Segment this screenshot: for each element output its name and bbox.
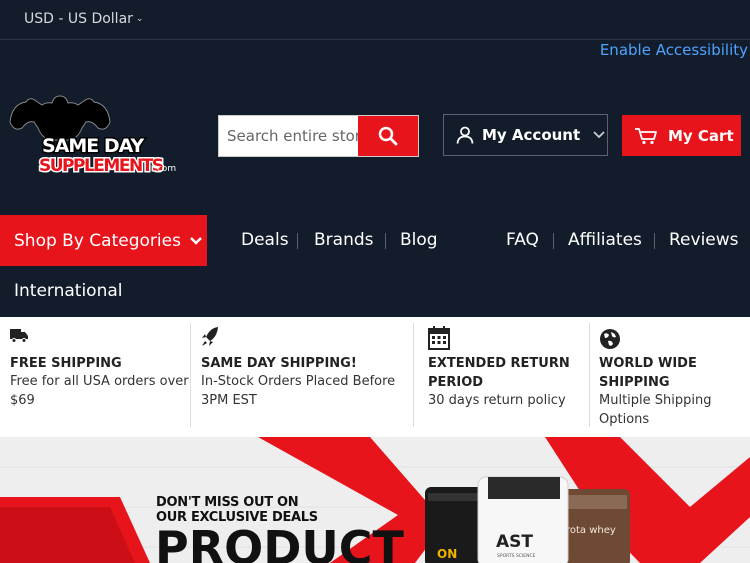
calendar-icon [428, 326, 450, 350]
site-logo[interactable]: SAME DAY SUPPLEMENTS .com [8, 92, 180, 178]
top-bar: USD - US Dollar ⌄ [0, 0, 750, 40]
nav-separator [553, 233, 554, 249]
nav-item-deals[interactable]: Deals [241, 230, 289, 250]
nav-separator [654, 233, 655, 249]
feature-same-day-shipping: SAME DAY SHIPPING! In-Stock Orders Place… [201, 317, 401, 437]
user-icon [456, 126, 474, 144]
svg-text:SPORTS SCIENCE: SPORTS SCIENCE [497, 553, 536, 559]
currency-switcher[interactable]: USD - US Dollar ⌄ [24, 11, 143, 27]
globe-icon [600, 329, 620, 349]
feature-desc: Free for all USA orders over [10, 374, 189, 389]
feature-world-wide-shipping: WORLD WIDE SHIPPING Multiple Shipping Op… [599, 317, 749, 437]
search-box [218, 115, 419, 157]
svg-text:AST: AST [496, 532, 533, 552]
feature-free-shipping: FREE SHIPPING Free for all USA orders ov… [10, 317, 190, 437]
promo-banner[interactable]: ON rota whey AST SPORTS SCIENCE DON'T MI… [0, 437, 750, 563]
chevron-down-icon [190, 236, 202, 245]
nav-item-reviews[interactable]: Reviews [669, 230, 739, 250]
feature-desc: In-Stock Orders Placed Before [201, 374, 396, 389]
svg-text:.com: .com [154, 164, 176, 174]
enable-accessibility-link[interactable]: Enable Accessibility [600, 41, 748, 59]
feature-desc: Options [599, 412, 650, 427]
feature-extended-return: EXTENDED RETURN PERIOD 30 days return po… [428, 317, 578, 437]
my-cart-label: My Cart [668, 126, 734, 145]
currency-label: USD - US Dollar [24, 11, 133, 27]
svg-text:SUPPLEMENTS: SUPPLEMENTS [39, 156, 163, 176]
my-cart-button[interactable]: My Cart [622, 115, 741, 156]
svg-text:rota whey: rota whey [566, 525, 616, 536]
feature-desc: $69 [10, 393, 35, 408]
my-account-button[interactable]: My Account [443, 114, 608, 156]
truck-icon [10, 329, 28, 343]
banner-headline: PRODUCT [155, 521, 404, 563]
nav-item-affiliates[interactable]: Affiliates [568, 230, 642, 250]
shop-by-categories-label: Shop By Categories [14, 230, 181, 251]
nav-item-international[interactable]: International [14, 281, 123, 301]
feature-divider [589, 323, 590, 427]
nav-separator [297, 233, 298, 249]
chevron-down-icon [593, 131, 605, 139]
svg-text:SAME DAY: SAME DAY [42, 135, 145, 157]
feature-title: FREE SHIPPING [10, 356, 122, 371]
search-icon [378, 126, 398, 146]
features-strip: FREE SHIPPING Free for all USA orders ov… [0, 317, 750, 437]
feature-desc: Multiple Shipping [599, 393, 712, 408]
nav-item-faq[interactable]: FAQ [506, 230, 539, 250]
feature-desc: 3PM EST [201, 393, 257, 408]
feature-title: SAME DAY SHIPPING! [201, 356, 357, 371]
rocket-icon [202, 327, 218, 346]
nav-item-brands[interactable]: Brands [314, 230, 374, 250]
shop-by-categories-button[interactable]: Shop By Categories [0, 215, 207, 266]
search-input[interactable] [219, 116, 359, 156]
feature-title: EXTENDED RETURN PERIOD [428, 356, 570, 390]
nav-separator [385, 233, 386, 249]
feature-desc: 30 days return policy [428, 393, 566, 408]
feature-divider [413, 323, 414, 427]
chevron-down-icon: ⌄ [135, 14, 144, 24]
cart-icon [635, 127, 657, 144]
feature-divider [190, 323, 191, 427]
feature-title: WORLD WIDE SHIPPING [599, 356, 697, 390]
svg-text:ON: ON [437, 547, 457, 561]
search-button[interactable] [358, 116, 418, 156]
nav-item-blog[interactable]: Blog [400, 230, 438, 250]
my-account-label: My Account [482, 126, 581, 144]
